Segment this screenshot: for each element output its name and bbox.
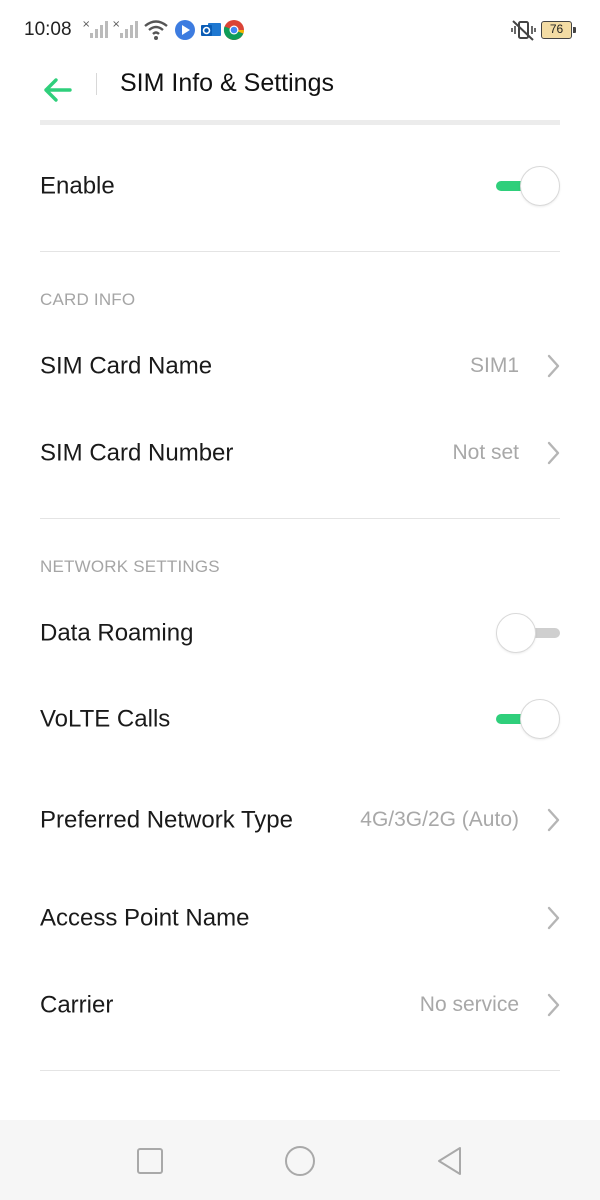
outlook-icon — [201, 23, 221, 36]
toggle-knob — [520, 166, 560, 206]
chrome-icon — [223, 20, 244, 40]
carrier-label: Carrier — [40, 991, 114, 1019]
toggle-knob — [520, 699, 560, 739]
volte-calls-row[interactable]: VoLTE Calls — [0, 676, 600, 762]
wifi-icon — [144, 20, 168, 40]
divider — [40, 518, 560, 519]
status-time: 10:08 — [24, 19, 72, 40]
page-title: SIM Info & Settings — [120, 69, 334, 97]
home-circle-icon[interactable] — [283, 1144, 317, 1178]
section-header-network-settings: NETWORK SETTINGS — [40, 557, 220, 576]
signal-off-icon: × — [112, 19, 138, 38]
sim-card-number-row[interactable]: SIM Card Number Not set — [0, 410, 600, 496]
data-roaming-label: Data Roaming — [40, 619, 194, 647]
svg-text:×: × — [112, 19, 120, 30]
header-divider — [96, 73, 97, 95]
carrier-row[interactable]: Carrier No service — [0, 962, 600, 1048]
chevron-right-icon — [547, 354, 560, 378]
play-icon — [175, 20, 195, 40]
data-roaming-row[interactable]: Data Roaming — [0, 590, 600, 676]
volte-calls-label: VoLTE Calls — [40, 705, 171, 733]
section-header-card-info: CARD INFO — [40, 290, 136, 309]
sim-card-number-label: SIM Card Number — [40, 439, 234, 467]
back-arrow-icon[interactable] — [38, 68, 78, 108]
divider — [40, 1070, 560, 1071]
chevron-right-icon — [547, 808, 560, 832]
enable-toggle[interactable] — [496, 166, 560, 206]
sim-card-name-value: SIM1 — [469, 354, 519, 377]
chevron-right-icon — [547, 906, 560, 930]
sim-card-name-row[interactable]: SIM Card Name SIM1 — [0, 323, 600, 409]
access-point-name-row[interactable]: Access Point Name — [0, 875, 600, 961]
preferred-network-type-value: 4G/3G/2G (Auto) — [360, 808, 519, 831]
enable-label: Enable — [40, 172, 115, 200]
divider — [40, 251, 560, 252]
back-triangle-icon[interactable] — [433, 1144, 467, 1178]
access-point-name-label: Access Point Name — [40, 904, 250, 932]
chevron-right-icon — [547, 441, 560, 465]
svg-text:×: × — [82, 19, 90, 30]
battery-indicator: 76 — [541, 21, 576, 39]
recents-square-icon[interactable] — [133, 1144, 167, 1178]
system-nav-bar — [0, 1120, 600, 1200]
chevron-right-icon — [547, 993, 560, 1017]
sim-card-number-value: Not set — [452, 441, 519, 464]
carrier-value: No service — [419, 993, 519, 1016]
app-header: SIM Info & Settings — [0, 60, 600, 120]
header-separator — [40, 120, 560, 125]
volte-calls-toggle[interactable] — [496, 699, 560, 739]
preferred-network-type-row[interactable]: Preferred Network Type 4G/3G/2G (Auto) — [0, 770, 600, 870]
enable-row[interactable]: Enable — [0, 143, 600, 229]
data-roaming-toggle[interactable] — [496, 613, 560, 653]
signal-off-icon: × — [82, 19, 108, 38]
vibrate-off-icon — [511, 20, 536, 41]
status-bar: 10:08 × × 76 — [0, 0, 600, 60]
preferred-network-type-label: Preferred Network Type — [40, 806, 293, 834]
toggle-knob — [496, 613, 536, 653]
sim-card-name-label: SIM Card Name — [40, 352, 213, 380]
